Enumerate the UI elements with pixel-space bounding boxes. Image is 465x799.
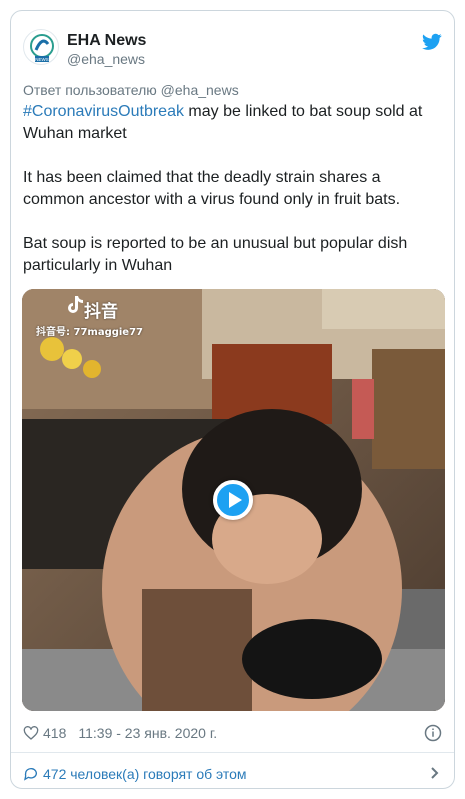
comment-bubble-icon [24, 768, 37, 781]
tiktok-logo-icon [68, 296, 83, 313]
divider [11, 752, 454, 753]
tweet-paragraph-1: #CoronavirusOutbreak may be linked to ba… [23, 101, 443, 145]
play-icon[interactable] [213, 480, 253, 520]
tweet-paragraph-3: Bat soup is reported to be an unusual bu… [23, 235, 408, 274]
tweet-text: #CoronavirusOutbreak may be linked to ba… [23, 101, 443, 277]
chevron-right-icon[interactable] [428, 766, 442, 780]
author-handle[interactable]: @eha_news [67, 51, 146, 68]
avatar[interactable]: NEWS [23, 29, 59, 65]
video-watermark-app: 抖音 [84, 302, 118, 322]
tweet-card: NEWS EHA News @eha_news Ответ пользовате… [10, 10, 455, 789]
conversation-link[interactable]: 472 человек(а) говорят об этом [23, 763, 442, 785]
twitter-bird-icon[interactable] [422, 33, 442, 51]
reply-to-label[interactable]: Ответ пользователю @eha_news [23, 82, 239, 98]
video-thumbnail[interactable]: 抖音 抖音号: 77maggie77 [22, 289, 445, 711]
tweet-header: NEWS EHA News @eha_news [23, 29, 442, 77]
tweet-paragraph-2: It has been claimed that the deadly stra… [23, 169, 401, 208]
conversation-label[interactable]: 472 человек(а) говорят об этом [43, 766, 247, 782]
video-watermark-id: 抖音号: 77maggie77 [36, 327, 144, 338]
author-name[interactable]: EHA News [67, 31, 146, 50]
tweet-timestamp[interactable]: 11:39 - 23 янв. 2020 г. [78, 725, 217, 741]
heart-icon[interactable] [23, 725, 39, 741]
info-icon[interactable] [424, 724, 442, 742]
avatar-badge-text: NEWS [35, 57, 49, 62]
like-count[interactable]: 418 [43, 725, 66, 741]
tweet-meta: 418 11:39 - 23 янв. 2020 г. [23, 723, 442, 743]
hashtag-link[interactable]: #CoronavirusOutbreak [23, 103, 184, 120]
eha-logo-icon: NEWS [30, 34, 54, 62]
author-block[interactable]: EHA News @eha_news [67, 31, 146, 68]
